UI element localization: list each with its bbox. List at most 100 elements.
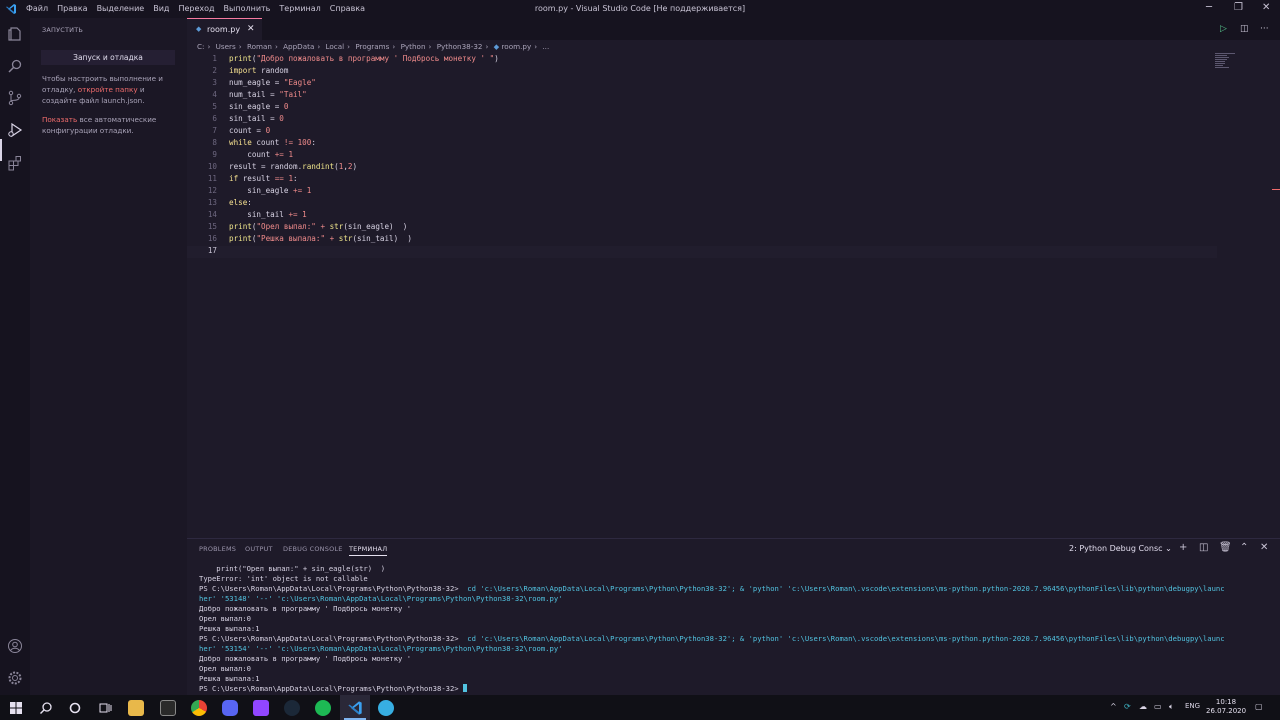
code-text: num_tail = "Tail" (229, 90, 307, 99)
code-line: 16 print("Решка выпала:" + str(sin_tail) … (187, 234, 1217, 246)
code-text: while count != 100: (229, 138, 316, 147)
breadcrumb-item[interactable]: Programs (355, 42, 389, 51)
terminal-line: Добро пожаловать в программу ' Подбрось … (199, 604, 412, 613)
maximize-panel-icon[interactable]: ⌃ (1240, 542, 1248, 553)
sidebar-title: ЗАПУСТИТЬ (42, 26, 84, 34)
tray-expand-icon[interactable]: ^ (1110, 702, 1117, 711)
twitch-icon[interactable] (253, 700, 269, 716)
line-number: 10 (207, 162, 217, 171)
code-line: 6 sin_tail = 0 (187, 114, 1217, 126)
code-line: 9 count += 1 (187, 150, 1217, 162)
code-line: 13 else: (187, 198, 1217, 210)
split-terminal-icon[interactable]: ◫ (1199, 542, 1208, 553)
breadcrumb-item[interactable]: Roman (247, 42, 272, 51)
app-icon[interactable] (160, 700, 176, 716)
code-text: result = random.randint(1,2) (229, 162, 358, 171)
discord-icon[interactable] (222, 700, 238, 716)
terminal-prompt: PS C:\Users\Roman\AppData\Local\Programs… (199, 634, 459, 643)
code-text: print("Орел выпал:" + str(sin_eagle) ) (229, 222, 408, 231)
show-configs-link[interactable]: Показать (42, 115, 77, 124)
new-terminal-icon[interactable]: + (1179, 542, 1187, 553)
code-text: import random (229, 66, 289, 75)
tray-app-icon[interactable]: ⟳ (1124, 702, 1131, 711)
run-and-debug-button[interactable]: Запуск и отладка (41, 50, 175, 65)
breadcrumb-item[interactable]: Python (401, 42, 426, 51)
extensions-icon[interactable] (7, 155, 23, 171)
line-number: 13 (207, 198, 217, 207)
explorer-icon[interactable] (7, 26, 23, 42)
tab-debug-console[interactable]: DEBUG CONSOLE (283, 545, 343, 553)
code-text: else: (229, 198, 252, 207)
breadcrumb-item[interactable]: Python38-32 (437, 42, 483, 51)
breadcrumb-item[interactable]: Local (326, 42, 345, 51)
split-editor-icon[interactable]: ◫ (1240, 24, 1249, 34)
terminal-output[interactable]: print("Орел выпал:" + sin_eagle(str) ) T… (199, 564, 1225, 694)
steam-icon[interactable] (284, 700, 300, 716)
close-window-button[interactable]: ✕ (1262, 2, 1270, 13)
windows-start-icon[interactable] (8, 700, 24, 716)
breadcrumb-item[interactable]: Users (216, 42, 236, 51)
tab-output[interactable]: OUTPUT (245, 545, 273, 553)
network-icon[interactable]: ▭ (1154, 702, 1162, 711)
breadcrumb-item[interactable]: ... (542, 42, 549, 51)
search-icon[interactable] (38, 700, 54, 716)
open-folder-link[interactable]: откройте папку (78, 85, 138, 94)
code-text: sin_eagle = 0 (229, 102, 289, 111)
terminal-select-value: 2: Python Debug Consc (1069, 544, 1163, 553)
language-indicator[interactable]: ENG (1185, 702, 1200, 710)
tab-problems[interactable]: PROBLEMS (199, 545, 236, 553)
run-file-icon[interactable]: ▷ (1220, 24, 1227, 34)
breadcrumb-item[interactable]: C: (197, 42, 204, 51)
tab-room-py[interactable]: ◆ room.py ✕ (187, 18, 262, 40)
terminal-line: PS C:\Users\Roman\AppData\Local\Programs… (199, 684, 1225, 694)
terminal-line: Решка выпала:1 (199, 624, 260, 633)
notifications-icon[interactable]: ▢ (1255, 702, 1263, 711)
code-text: count += 1 (229, 150, 294, 159)
line-number: 16 (207, 234, 217, 243)
line-number: 9 (212, 150, 217, 159)
search-icon[interactable] (7, 58, 23, 74)
file-explorer-icon[interactable] (128, 700, 144, 716)
code-line: 2 import random (187, 66, 1217, 78)
run-debug-icon[interactable] (7, 122, 23, 138)
code-editor[interactable]: 1 print("Добро пожаловать в программу ' П… (187, 53, 1280, 538)
line-number: 15 (207, 222, 217, 231)
terminal-line: TypeError: 'int' object is not callable (199, 574, 368, 583)
account-icon[interactable] (7, 638, 23, 654)
telegram-icon[interactable] (378, 700, 394, 716)
breadcrumb-item[interactable]: room.py (502, 42, 532, 51)
vscode-icon[interactable] (347, 700, 363, 716)
scrollbar-marker (1272, 189, 1280, 190)
settings-gear-icon[interactable] (7, 670, 23, 686)
tray-cloud-icon[interactable]: ☁ (1139, 702, 1147, 711)
active-indicator (0, 139, 2, 161)
task-view-icon[interactable] (97, 700, 113, 716)
chrome-icon[interactable] (191, 700, 207, 716)
bottom-panel: PROBLEMS OUTPUT DEBUG CONSOLE ТЕРМИНАЛ 2… (187, 538, 1280, 696)
python-file-icon: ◆ (196, 25, 202, 33)
minimap[interactable] (1215, 53, 1245, 73)
code-line-current: 17 (187, 246, 1217, 258)
trash-icon[interactable]: 🗑 (1219, 542, 1232, 553)
volume-icon[interactable]: 🔈︎ (1169, 702, 1174, 712)
line-number: 14 (207, 210, 217, 219)
close-panel-icon[interactable]: ✕ (1260, 542, 1268, 553)
clock[interactable]: 10:18 26.07.2020 (1206, 698, 1246, 716)
line-number: 8 (212, 138, 217, 147)
code-line: 5 sin_eagle = 0 (187, 102, 1217, 114)
more-actions-icon[interactable]: ··· (1260, 24, 1269, 34)
line-number: 6 (212, 114, 217, 123)
activity-bar (0, 18, 30, 695)
code-text: num_eagle = "Eagle" (229, 78, 316, 87)
minimize-button[interactable]: ─ (1206, 2, 1212, 13)
source-control-icon[interactable] (7, 90, 23, 106)
breadcrumb-item[interactable]: AppData (283, 42, 314, 51)
restore-button[interactable]: ❐ (1234, 2, 1243, 13)
close-tab-icon[interactable]: ✕ (247, 24, 255, 34)
terminal-line: PS C:\Users\Roman\AppData\Local\Programs… (199, 584, 1225, 594)
terminal-line: Решка выпала:1 (199, 674, 260, 683)
terminal-select[interactable]: 2: Python Debug Consc ⌄ (1069, 544, 1172, 553)
tab-terminal[interactable]: ТЕРМИНАЛ (349, 545, 388, 556)
spotify-icon[interactable] (315, 700, 331, 716)
cortana-icon[interactable] (67, 700, 83, 716)
